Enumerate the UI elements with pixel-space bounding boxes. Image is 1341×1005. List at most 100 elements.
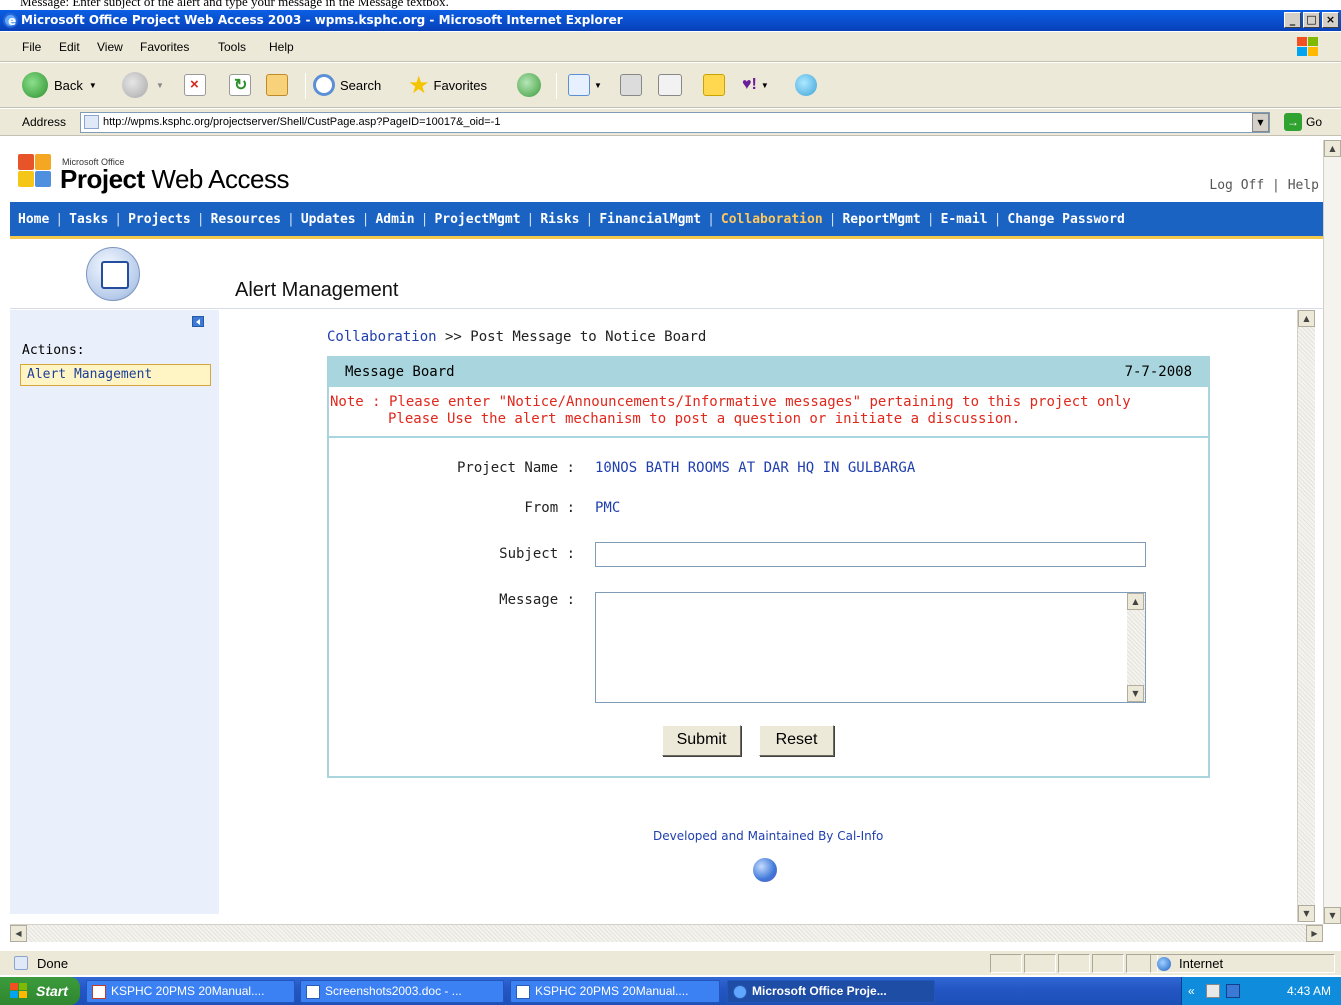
taskbar-item-ie[interactable]: Microsoft Office Proje... bbox=[727, 980, 935, 1003]
close-button[interactable]: × bbox=[1322, 12, 1339, 28]
start-button[interactable]: Start bbox=[0, 977, 80, 1005]
nav-projectmgmt[interactable]: ProjectMgmt bbox=[434, 212, 520, 227]
notes-button[interactable] bbox=[703, 71, 725, 99]
textarea-scrollbar[interactable]: ▲ ▼ bbox=[1127, 593, 1145, 702]
scroll-up-button[interactable]: ▲ bbox=[1324, 140, 1341, 157]
home-button[interactable] bbox=[266, 71, 288, 99]
mail-button[interactable]: ▼ bbox=[568, 71, 602, 99]
log-off-link[interactable]: Log Off bbox=[1209, 178, 1264, 193]
address-dropdown-button[interactable]: ▼ bbox=[1252, 113, 1269, 132]
menu-edit[interactable]: Edit bbox=[59, 40, 80, 54]
address-label: Address bbox=[22, 115, 67, 129]
go-arrow-icon: → bbox=[1284, 113, 1302, 131]
nav-admin[interactable]: Admin bbox=[375, 212, 414, 227]
nav-change-password[interactable]: Change Password bbox=[1007, 212, 1124, 227]
textarea-scroll-up-button[interactable]: ▲ bbox=[1127, 593, 1144, 610]
subject-input[interactable] bbox=[595, 542, 1146, 567]
favorites-button[interactable]: ★ Favorites bbox=[408, 71, 487, 99]
project-name-value: 10NOS BATH ROOMS AT DAR HQ IN GULBARGA bbox=[595, 460, 916, 476]
cal-info-logo-icon bbox=[753, 858, 777, 882]
menu-help[interactable]: Help bbox=[269, 40, 294, 54]
nav-separator: | bbox=[196, 212, 205, 227]
back-button[interactable]: Back ▼ bbox=[22, 71, 97, 99]
search-button[interactable]: Search bbox=[313, 71, 381, 99]
taskbar-item-label: Microsoft Office Proje... bbox=[752, 984, 887, 998]
page-title-row: Alert Management bbox=[10, 243, 1323, 309]
menu-file[interactable]: File bbox=[22, 40, 41, 54]
nav-email[interactable]: E-mail bbox=[941, 212, 988, 227]
help-link[interactable]: Help bbox=[1288, 178, 1319, 193]
menu-view[interactable]: View bbox=[97, 40, 123, 54]
stop-button[interactable]: × bbox=[184, 71, 206, 99]
ie-icon bbox=[733, 985, 747, 999]
print-button[interactable] bbox=[620, 71, 642, 99]
note-line-1: Note : Please enter "Notice/Announcement… bbox=[330, 394, 1131, 410]
frame-scroll-down-button[interactable]: ▼ bbox=[1298, 905, 1315, 922]
textarea-scroll-down-button[interactable]: ▼ bbox=[1127, 685, 1144, 702]
refresh-button[interactable]: ↻ bbox=[229, 71, 251, 99]
note-text: Note : Please enter "Notice/Announcement… bbox=[329, 390, 1208, 438]
message-textarea[interactable]: ▲ ▼ bbox=[595, 592, 1146, 703]
window-page-icon bbox=[86, 247, 140, 301]
nav-tasks[interactable]: Tasks bbox=[69, 212, 108, 227]
edit-button[interactable] bbox=[658, 71, 682, 99]
nav-home[interactable]: Home bbox=[18, 212, 49, 227]
yahoo-button[interactable]: ♥! ▼ bbox=[742, 71, 769, 99]
menu-tools[interactable]: Tools bbox=[218, 40, 246, 54]
reset-button[interactable]: Reset bbox=[759, 725, 834, 756]
status-cells bbox=[990, 954, 1158, 973]
office-logo-icon bbox=[18, 154, 52, 188]
frame-scroll-up-button[interactable]: ▲ bbox=[1298, 310, 1315, 327]
tray-network-icon[interactable] bbox=[1206, 984, 1220, 998]
breadcrumb-collaboration-link[interactable]: Collaboration bbox=[327, 329, 437, 345]
nav-collaboration[interactable]: Collaboration bbox=[721, 212, 823, 227]
sidebar-item-alert-management[interactable]: Alert Management bbox=[20, 364, 211, 386]
collapse-sidebar-icon[interactable] bbox=[192, 316, 204, 327]
product-logo: Project Web Access bbox=[60, 164, 289, 195]
nav-separator: | bbox=[585, 212, 594, 227]
address-input[interactable]: http://wpms.ksphc.org/projectserver/Shel… bbox=[80, 112, 1270, 133]
tray-expand-icon[interactable]: « bbox=[1188, 984, 1195, 998]
messenger-icon bbox=[795, 74, 817, 96]
nav-risks[interactable]: Risks bbox=[540, 212, 579, 227]
scroll-left-button[interactable]: ◀ bbox=[10, 925, 27, 942]
taskbar-item-pdf[interactable]: KSPHC 20PMS 20Manual.... bbox=[86, 980, 295, 1003]
nav-reportmgmt[interactable]: ReportMgmt bbox=[842, 212, 920, 227]
frame-vertical-scrollbar[interactable]: ▲ ▼ bbox=[1297, 310, 1315, 922]
page-viewport: Microsoft Office Project Web Access Log … bbox=[10, 140, 1323, 924]
actions-sidebar: Actions: Alert Management bbox=[10, 310, 219, 914]
messenger-button[interactable] bbox=[795, 71, 817, 99]
internet-globe-icon bbox=[1157, 957, 1171, 971]
scroll-right-button[interactable]: ▶ bbox=[1306, 925, 1323, 942]
nav-projects[interactable]: Projects bbox=[128, 212, 191, 227]
message-board-header: Message Board 7-7-2008 bbox=[329, 358, 1208, 387]
yahoo-icon: ♥! bbox=[742, 76, 757, 93]
menu-favorites[interactable]: Favorites bbox=[140, 40, 189, 54]
nav-separator: | bbox=[55, 212, 64, 227]
page-title: Alert Management bbox=[235, 279, 399, 301]
home-icon bbox=[266, 74, 288, 96]
submit-button[interactable]: Submit bbox=[662, 725, 741, 756]
media-button[interactable] bbox=[517, 71, 541, 99]
window-title: Microsoft Office Project Web Access 2003… bbox=[21, 13, 623, 27]
scroll-down-button[interactable]: ▼ bbox=[1324, 907, 1341, 924]
nav-updates[interactable]: Updates bbox=[301, 212, 356, 227]
nav-financialmgmt[interactable]: FinancialMgmt bbox=[599, 212, 701, 227]
nav-resources[interactable]: Resources bbox=[211, 212, 281, 227]
nav-separator: | bbox=[420, 212, 429, 227]
forward-button[interactable]: ▼ bbox=[122, 71, 164, 99]
maximize-button[interactable]: □ bbox=[1303, 12, 1320, 28]
minimize-button[interactable]: _ bbox=[1284, 12, 1301, 28]
nav-separator: | bbox=[926, 212, 935, 227]
tray-monitor-icon[interactable] bbox=[1226, 984, 1240, 998]
taskbar-item-word-manual[interactable]: KSPHC 20PMS 20Manual.... bbox=[510, 980, 720, 1003]
horizontal-scrollbar[interactable]: ◀ ▶ bbox=[10, 924, 1323, 942]
taskbar-item-word-screenshots[interactable]: Screenshots2003.doc - ... bbox=[300, 980, 504, 1003]
taskbar-item-label: Screenshots2003.doc - ... bbox=[325, 984, 462, 998]
page-vertical-scrollbar[interactable]: ▲ ▼ bbox=[1323, 140, 1341, 924]
windows-taskbar: Start KSPHC 20PMS 20Manual.... Screensho… bbox=[0, 977, 1341, 1005]
back-arrow-icon bbox=[22, 72, 48, 98]
go-button[interactable]: → Go bbox=[1284, 113, 1322, 131]
word-icon bbox=[306, 985, 320, 999]
nav-separator: | bbox=[287, 212, 295, 227]
